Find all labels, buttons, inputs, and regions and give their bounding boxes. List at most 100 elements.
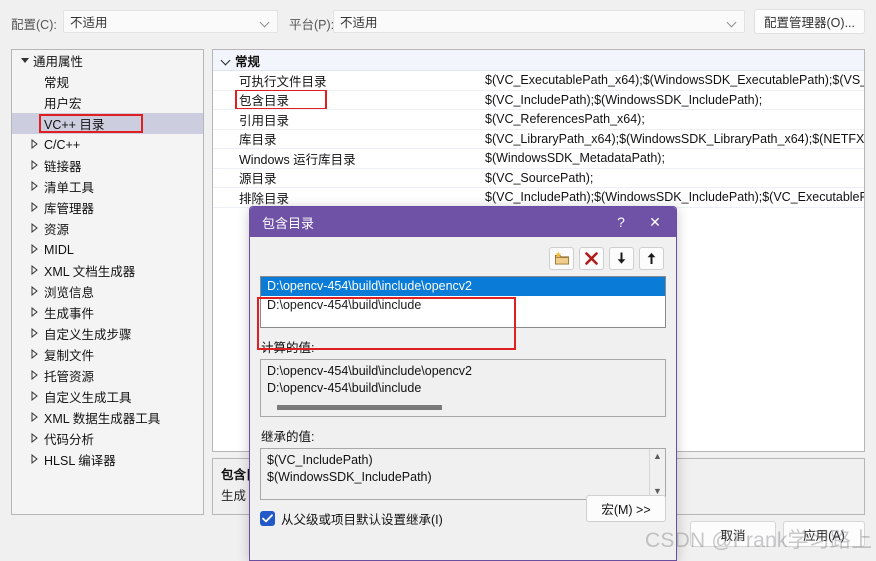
property-row-executable-directories[interactable]: 可执行文件目录 $(VC_ExecutablePath_x64);$(Windo…: [213, 71, 864, 91]
platform-select[interactable]: 不适用: [333, 10, 745, 33]
inherit-checkbox[interactable]: [260, 511, 275, 526]
tree-item-c-cpp[interactable]: C/C++: [12, 134, 203, 155]
platform-select-value: 不适用: [340, 16, 378, 30]
help-icon[interactable]: ?: [604, 208, 638, 236]
arrow-down-glyph: [617, 252, 626, 264]
evaluated-value-label: 计算的值:: [261, 341, 315, 355]
configuration-toolbar: 配置(C): 不适用 平台(P): 不适用 配置管理器(O)...: [0, 0, 876, 41]
list-item[interactable]: D:\opencv-454\build\include\opencv2: [261, 277, 665, 296]
tree-item-xml-document-generator[interactable]: XML 文档生成器: [12, 260, 203, 281]
property-name: Windows 运行库目录: [239, 152, 356, 167]
tree-item-linker[interactable]: 链接器: [12, 155, 203, 176]
property-name: 包含目录: [213, 90, 481, 110]
property-name: 库目录: [239, 133, 277, 148]
scrollbar-thumb[interactable]: [277, 405, 442, 410]
property-row-winrt-directories[interactable]: Windows 运行库目录 $(WindowsSDK_MetadataPath)…: [213, 149, 864, 169]
property-group-header-general[interactable]: 常规: [213, 50, 864, 71]
tree-item-label: 资源: [44, 223, 70, 237]
tree-item-hlsl-compiler[interactable]: HLSL 编译器: [12, 449, 203, 470]
tree-item-custom-build-tool[interactable]: 自定义生成工具: [12, 386, 203, 407]
tree-item-label: MIDL: [44, 242, 74, 257]
configuration-select[interactable]: 不适用: [63, 10, 278, 33]
triangle-right-icon: [29, 344, 42, 365]
tree-item-xml-data-generator-tool[interactable]: XML 数据生成器工具: [12, 407, 203, 428]
move-down-icon[interactable]: [609, 247, 634, 270]
evaluated-value-line: D:\opencv-454\build\include: [267, 381, 422, 395]
dialog-title: 包含目录: [262, 215, 315, 231]
property-value[interactable]: $(VC_SourcePath);: [481, 171, 864, 185]
cancel-button[interactable]: 取消: [690, 521, 776, 547]
property-name: 源目录: [239, 172, 277, 187]
macros-button[interactable]: 宏(M) >>: [586, 495, 666, 522]
tree-item-label: 生成事件: [44, 307, 95, 321]
tree-item-label: 常规: [44, 76, 70, 90]
scroll-up-icon[interactable]: ▲: [653, 452, 662, 461]
triangle-right-icon: [29, 134, 42, 155]
highlight-box-vcpp-directories: [39, 114, 143, 133]
tree-item-label: HLSL 编译器: [44, 454, 116, 468]
property-value[interactable]: $(VC_IncludePath);$(WindowsSDK_IncludePa…: [481, 93, 864, 107]
tree-item-label: 通用属性: [33, 55, 84, 69]
new-folder-glyph: [554, 251, 569, 265]
checkmark-icon: [262, 514, 273, 523]
property-row-source-directories[interactable]: 源目录 $(VC_SourcePath);: [213, 169, 864, 188]
configuration-select-value: 不适用: [70, 16, 108, 30]
directories-list[interactable]: D:\opencv-454\build\include\opencv2 D:\o…: [260, 276, 666, 328]
tree-item-manifest-tool[interactable]: 清单工具: [12, 176, 203, 197]
property-value[interactable]: $(WindowsSDK_MetadataPath);: [481, 151, 864, 165]
property-row-exclude-directories[interactable]: 排除目录 $(VC_IncludePath);$(WindowsSDK_Incl…: [213, 188, 864, 208]
tree-item-label: 代码分析: [44, 433, 95, 447]
property-value[interactable]: $(VC_ExecutablePath_x64);$(WindowsSDK_Ex…: [481, 73, 864, 87]
tree-item-build-events[interactable]: 生成事件: [12, 302, 203, 323]
chevron-down-icon: [726, 16, 738, 28]
property-tree[interactable]: 通用属性 常规 用户宏 VC++ 目录 C/C++ 链接器 清单工具 库管理器 …: [11, 49, 204, 515]
inherited-value-box: $(VC_IncludePath) $(WindowsSDK_IncludePa…: [260, 448, 666, 500]
property-row-reference-directories[interactable]: 引用目录 $(VC_ReferencesPath_x64);: [213, 110, 864, 130]
tree-item-resources[interactable]: 资源: [12, 218, 203, 239]
triangle-right-icon: [29, 449, 42, 470]
tree-item-vcpp-directories[interactable]: VC++ 目录: [12, 113, 203, 134]
configuration-manager-button[interactable]: 配置管理器(O)...: [754, 9, 865, 34]
close-icon[interactable]: ✕: [638, 208, 672, 236]
tree-item-midl[interactable]: MIDL: [12, 239, 203, 260]
tree-item-user-macros[interactable]: 用户宏: [12, 92, 203, 113]
tree-item-custom-build-step[interactable]: 自定义生成步骤: [12, 323, 203, 344]
triangle-right-icon: [29, 302, 42, 323]
triangle-right-icon: [29, 407, 42, 428]
tree-item-label: 用户宏: [44, 97, 82, 111]
chevron-down-icon: [219, 50, 235, 70]
property-value[interactable]: $(VC_LibraryPath_x64);$(WindowsSDK_Libra…: [481, 132, 864, 146]
property-pages-window: 配置(C): 不适用 平台(P): 不适用 配置管理器(O)... 通用属性 常…: [0, 0, 876, 561]
horizontal-scrollbar[interactable]: [265, 405, 663, 411]
property-row-library-directories[interactable]: 库目录 $(VC_LibraryPath_x64);$(WindowsSDK_L…: [213, 130, 864, 149]
property-group-label: 常规: [235, 54, 261, 69]
triangle-right-icon: [29, 218, 42, 239]
delete-icon[interactable]: [579, 247, 604, 270]
property-row-include-directories[interactable]: 包含目录 $(VC_IncludePath);$(WindowsSDK_Incl…: [213, 90, 864, 110]
move-up-icon[interactable]: [639, 247, 664, 270]
tree-item-common-properties[interactable]: 通用属性: [12, 50, 203, 71]
tree-item-label: 库管理器: [44, 202, 95, 216]
property-value[interactable]: $(VC_IncludePath);$(WindowsSDK_IncludePa…: [481, 190, 864, 204]
tree-item-copy-files[interactable]: 复制文件: [12, 344, 203, 365]
vertical-scrollbar[interactable]: ▲ ▼: [649, 449, 665, 499]
tree-item-librarian[interactable]: 库管理器: [12, 197, 203, 218]
tree-item-code-analysis[interactable]: 代码分析: [12, 428, 203, 449]
tree-item-label: 复制文件: [44, 349, 95, 363]
apply-button[interactable]: 应用(A): [783, 521, 865, 547]
new-folder-icon[interactable]: [549, 247, 574, 270]
dialog-title-bar[interactable]: 包含目录 ? ✕: [250, 207, 676, 237]
include-directories-dialog: 包含目录 ? ✕ D:\opencv-454\build\include\ope…: [249, 206, 677, 561]
tree-item-general[interactable]: 常规: [12, 71, 203, 92]
triangle-right-icon: [29, 365, 42, 386]
triangle-right-icon: [29, 197, 42, 218]
property-value[interactable]: $(VC_ReferencesPath_x64);: [481, 112, 864, 126]
property-name: 可执行文件目录: [239, 74, 327, 89]
inherit-checkbox-label: 从父级或项目默认设置继承(I): [281, 513, 443, 527]
evaluated-value-text: D:\opencv-454\build\include\opencv2 D:\o…: [261, 360, 665, 402]
chevron-down-icon: [259, 16, 271, 28]
tree-item-managed-resources[interactable]: 托管资源: [12, 365, 203, 386]
tree-item-browse-information[interactable]: 浏览信息: [12, 281, 203, 302]
list-item[interactable]: D:\opencv-454\build\include: [261, 296, 665, 315]
tree-item-label: 托管资源: [44, 370, 95, 384]
